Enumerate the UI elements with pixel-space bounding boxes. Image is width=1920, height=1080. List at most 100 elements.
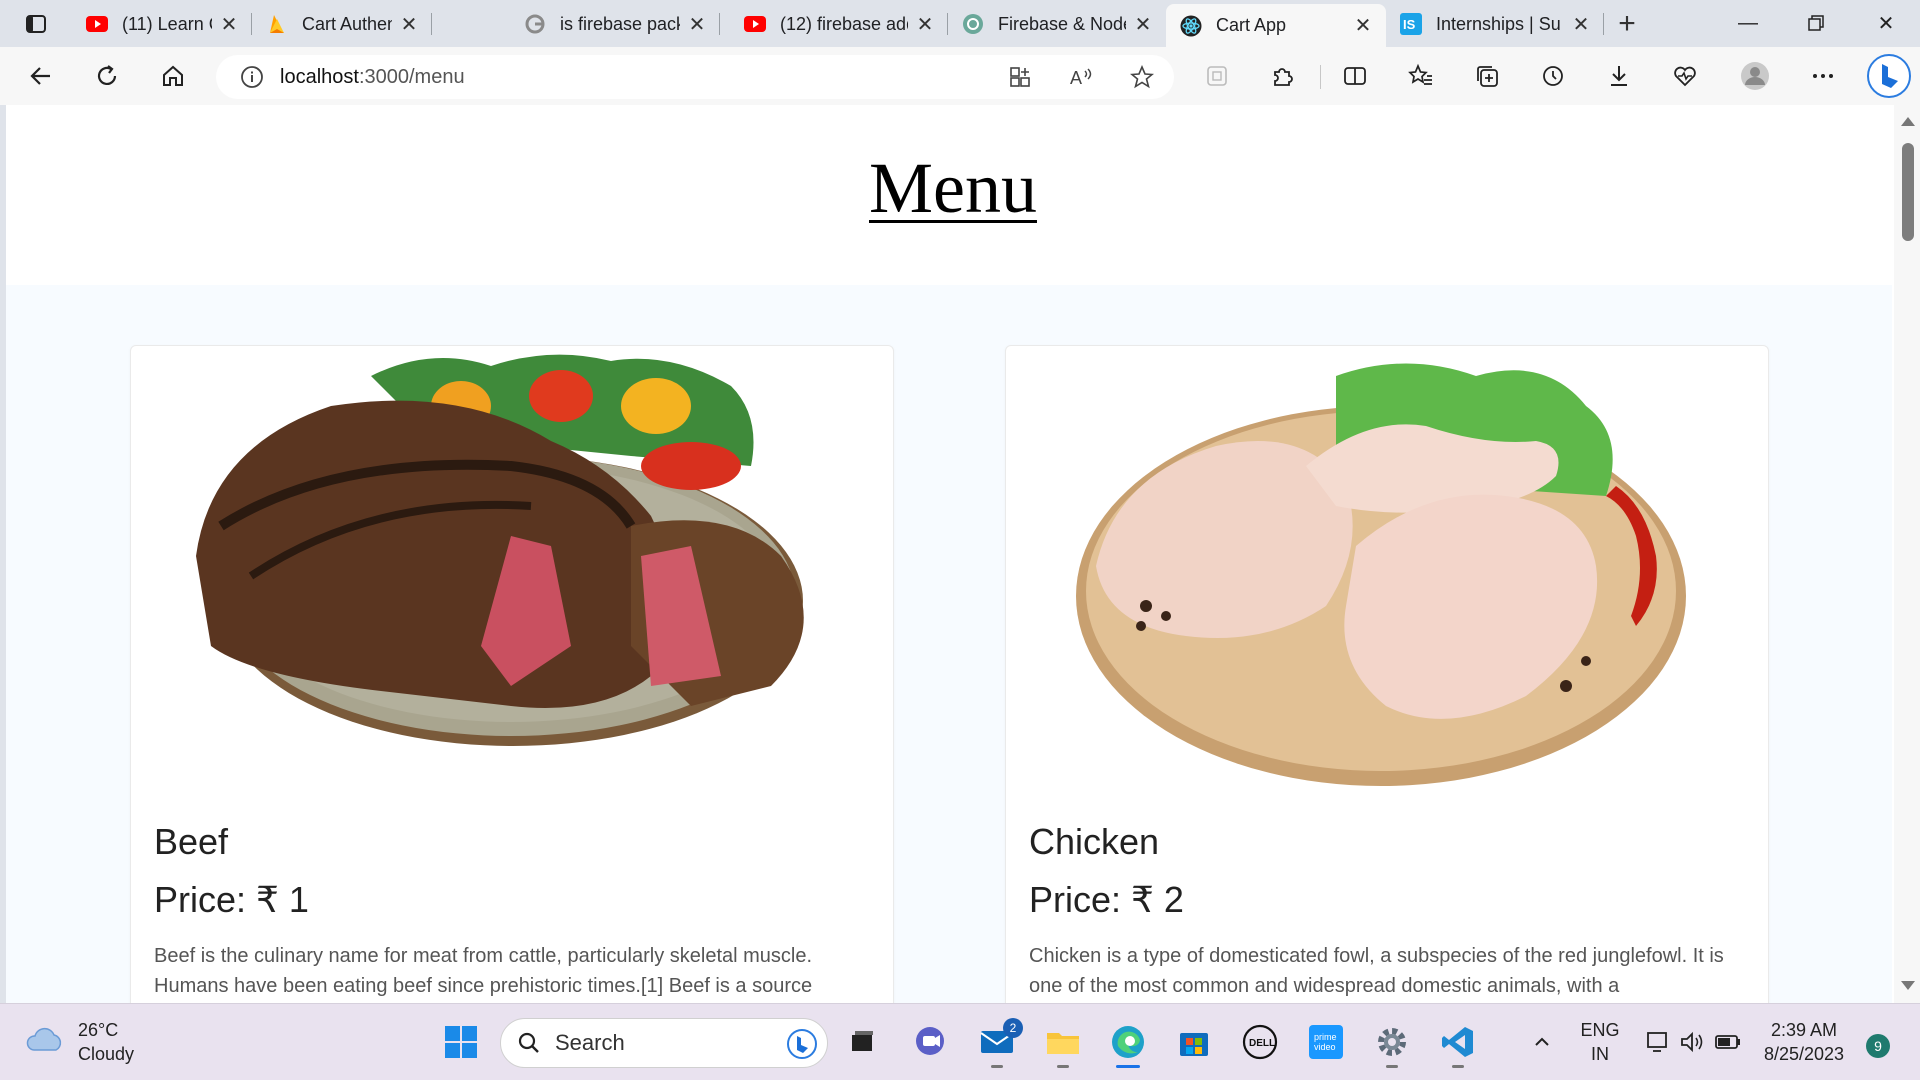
close-icon[interactable]: ✕ (1352, 15, 1374, 37)
search-label: Search (555, 1030, 625, 1055)
page-viewport: Menu Beef Price: ₹ 1 Beef is the culinar… (6, 105, 1900, 1003)
tab-actions-icon[interactable] (16, 10, 56, 38)
item-price: Price: ₹ 2 (1029, 879, 1184, 920)
tab-internships[interactable]: IS Internships | Su ✕ (1386, 5, 1604, 43)
language-indicator[interactable]: ENG IN (1578, 1018, 1622, 1066)
item-price: Price: ₹ 1 (154, 879, 309, 920)
mail-icon[interactable]: 2 (977, 1018, 1023, 1068)
svg-text:prime: prime (1314, 1032, 1337, 1042)
svg-text:DELL: DELL (1249, 1038, 1275, 1049)
close-icon[interactable]: ✕ (686, 13, 708, 36)
copilot-icon[interactable] (1866, 53, 1912, 99)
tab-title: (11) Learn CRUD (122, 13, 212, 34)
browser-toolbar: localhost:3000/menu A (0, 47, 1920, 105)
lang-bottom: IN (1591, 1044, 1609, 1064)
taskbar-search[interactable]: Search (500, 1018, 828, 1068)
chatgpt-icon (962, 13, 984, 35)
youtube-icon (86, 13, 108, 35)
settings-gear-icon[interactable] (1372, 1022, 1412, 1068)
tab-title: (12) firebase add (780, 13, 908, 34)
search-icon (517, 1031, 541, 1055)
item-name: Chicken (1029, 821, 1160, 862)
prime-video-icon[interactable]: prime video (1306, 1022, 1346, 1062)
address-bar[interactable]: localhost:3000/menu A (216, 55, 1174, 99)
volume-icon[interactable] (1672, 1022, 1712, 1062)
chicken-image (1006, 346, 1768, 796)
back-icon[interactable] (24, 59, 58, 93)
collections-icon[interactable] (1470, 59, 1504, 93)
scroll-thumb[interactable] (1902, 143, 1914, 241)
browser-essentials-icon[interactable] (1668, 59, 1702, 93)
tab-learn-crud[interactable]: (11) Learn CRUD ✕ (72, 5, 252, 43)
youtube-icon (744, 13, 766, 35)
clock[interactable]: 2:39 AM 8/25/2023 (1756, 1018, 1852, 1066)
close-icon[interactable]: ✕ (1570, 13, 1592, 36)
extension-disabled-icon[interactable] (1200, 59, 1234, 93)
page-scrollbar[interactable] (1894, 105, 1920, 1003)
item-description: Chicken is a type of domesticated fowl, … (1029, 945, 1724, 997)
task-view-icon[interactable] (842, 1022, 882, 1062)
tab-cart-app[interactable]: Cart App ✕ (1166, 4, 1386, 47)
running-indicator (1057, 1065, 1069, 1068)
page-title: Menu (869, 148, 1037, 228)
vscode-icon[interactable] (1438, 1022, 1478, 1068)
tab-title: is firebase package (560, 13, 680, 34)
teams-chat-icon[interactable] (910, 1022, 950, 1062)
show-hidden-icons-icon[interactable] (1522, 1022, 1562, 1062)
app-available-icon[interactable] (1006, 63, 1034, 91)
split-screen-icon[interactable] (1338, 59, 1372, 93)
read-aloud-icon[interactable]: A (1068, 63, 1096, 91)
item-name: Beef (154, 821, 229, 862)
internshala-icon: IS (1400, 13, 1422, 35)
close-icon[interactable]: ✕ (218, 13, 240, 36)
svg-text:A: A (1070, 68, 1082, 88)
edge-browser-icon[interactable] (1108, 1022, 1148, 1068)
file-explorer-icon[interactable] (1043, 1022, 1083, 1068)
history-icon[interactable] (1536, 59, 1570, 93)
refresh-icon[interactable] (90, 59, 124, 93)
downloads-icon[interactable] (1602, 59, 1636, 93)
tab-title: Cart Authentication (302, 13, 392, 34)
windows-taskbar: 26°C Cloudy Search 2 DELL prime video EN… (0, 1003, 1920, 1080)
notification-badge[interactable]: 9 (1866, 1034, 1890, 1058)
close-icon[interactable]: ✕ (914, 13, 936, 36)
lang-top: ENG (1580, 1020, 1620, 1040)
profile-avatar[interactable] (1738, 59, 1772, 93)
site-info-icon[interactable] (238, 63, 266, 91)
battery-icon[interactable] (1708, 1022, 1748, 1062)
bing-icon (787, 1029, 817, 1059)
restore-icon[interactable] (1796, 8, 1836, 38)
svg-text:video: video (1314, 1042, 1336, 1052)
close-icon[interactable]: ✕ (398, 13, 420, 36)
start-button[interactable] (441, 1022, 481, 1062)
more-options-icon[interactable] (1806, 59, 1840, 93)
tab-firebase-add[interactable]: (12) firebase add ✕ (730, 5, 948, 43)
clock-date: 8/25/2023 (1763, 1044, 1845, 1064)
url-host: localhost (280, 65, 359, 88)
url-path: :3000/menu (358, 65, 465, 88)
microsoft-store-icon[interactable] (1174, 1022, 1214, 1062)
scroll-up-arrow-icon[interactable] (1901, 117, 1915, 126)
url-text[interactable]: localhost:3000/menu (280, 66, 465, 89)
favorite-star-icon[interactable] (1128, 63, 1156, 91)
minimize-icon[interactable]: — (1728, 8, 1768, 38)
new-tab-button[interactable]: + (1612, 7, 1642, 40)
close-window-icon[interactable]: ✕ (1866, 8, 1906, 38)
beef-image (131, 346, 893, 796)
tab-firebase-node[interactable]: Firebase & Node ✕ (948, 5, 1166, 43)
dell-icon[interactable]: DELL (1240, 1022, 1280, 1062)
extensions-icon[interactable] (1266, 59, 1300, 93)
running-indicator (1386, 1065, 1398, 1068)
item-description: Beef is the culinary name for meat from … (154, 945, 813, 997)
menu-item-card[interactable]: Chicken Price: ₹ 2 Chicken is a type of … (1005, 345, 1769, 1003)
home-icon[interactable] (156, 59, 190, 93)
google-icon (524, 13, 546, 35)
favorites-icon[interactable] (1404, 59, 1438, 93)
close-icon[interactable]: ✕ (1132, 13, 1154, 36)
running-indicator (1452, 1065, 1464, 1068)
scroll-down-arrow-icon[interactable] (1901, 981, 1915, 990)
tab-is-firebase-package[interactable]: is firebase package ✕ (510, 5, 720, 43)
menu-item-card[interactable]: Beef Price: ₹ 1 Beef is the culinary nam… (130, 345, 894, 1003)
tab-cart-authentication[interactable]: Cart Authentication ✕ (252, 5, 432, 43)
weather-widget[interactable]: 26°C Cloudy (26, 1018, 134, 1066)
